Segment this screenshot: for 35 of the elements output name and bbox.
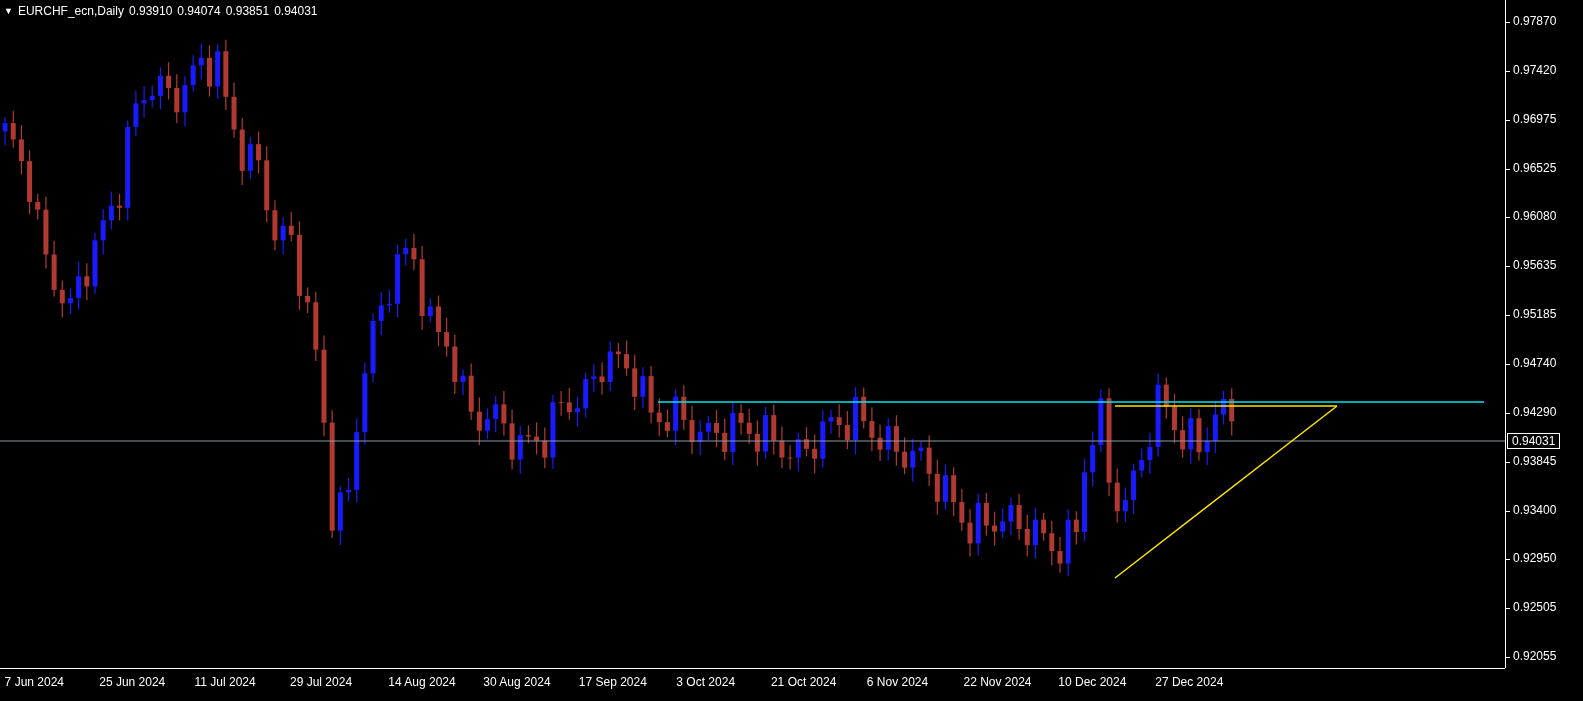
price-label: 0.92950 bbox=[1513, 551, 1557, 566]
price-label: 0.93400 bbox=[1513, 502, 1557, 517]
price-label: 0.94290 bbox=[1513, 404, 1557, 419]
price-label: 0.95635 bbox=[1513, 258, 1557, 273]
ohlc-value: 0.94031 bbox=[274, 4, 318, 18]
date-label: 21 Oct 2024 bbox=[770, 675, 837, 689]
price-label: 0.92505 bbox=[1513, 600, 1557, 615]
price-label: 0.93845 bbox=[1513, 453, 1557, 468]
price-label: 0.96975 bbox=[1513, 111, 1557, 126]
ohlc-value: 0.93910 bbox=[128, 4, 173, 18]
price-label: 0.95185 bbox=[1513, 307, 1557, 322]
price-label: 0.96525 bbox=[1513, 160, 1557, 175]
date-label: 3 Oct 2024 bbox=[676, 675, 736, 689]
dropdown-arrow[interactable]: ▼ bbox=[4, 6, 13, 16]
price-label: 0.97420 bbox=[1513, 62, 1557, 77]
price-label: 0.92055 bbox=[1513, 649, 1557, 664]
date-label: 30 Aug 2024 bbox=[483, 675, 551, 689]
chart-symbol: EURCHF_ecn,Daily bbox=[17, 4, 124, 18]
trend-line[interactable] bbox=[1114, 405, 1338, 579]
date-label: 11 Jul 2024 bbox=[194, 675, 256, 689]
price-label: 0.94740 bbox=[1513, 356, 1557, 370]
date-label: 29 Jul 2024 bbox=[290, 675, 353, 689]
price-label: 0.96080 bbox=[1513, 209, 1557, 224]
price-label: 0.97870 bbox=[1513, 14, 1557, 28]
current-price-label: 0.94031 bbox=[1507, 433, 1561, 449]
date-label: 22 Nov 2024 bbox=[963, 675, 1032, 689]
date-label: 17 Sep 2024 bbox=[578, 675, 647, 689]
date-label: 25 Jun 2024 bbox=[99, 675, 166, 689]
date-label: 14 Aug 2024 bbox=[388, 675, 456, 689]
date-label: 10 Dec 2024 bbox=[1058, 675, 1127, 689]
ohlc-value: 0.93851 bbox=[225, 4, 270, 18]
ohlc-value: 0.94074 bbox=[177, 4, 221, 18]
date-label: 7 Jun 2024 bbox=[4, 675, 64, 689]
date-label: 27 Dec 2024 bbox=[1155, 675, 1224, 689]
date-label: 6 Nov 2024 bbox=[866, 675, 929, 689]
